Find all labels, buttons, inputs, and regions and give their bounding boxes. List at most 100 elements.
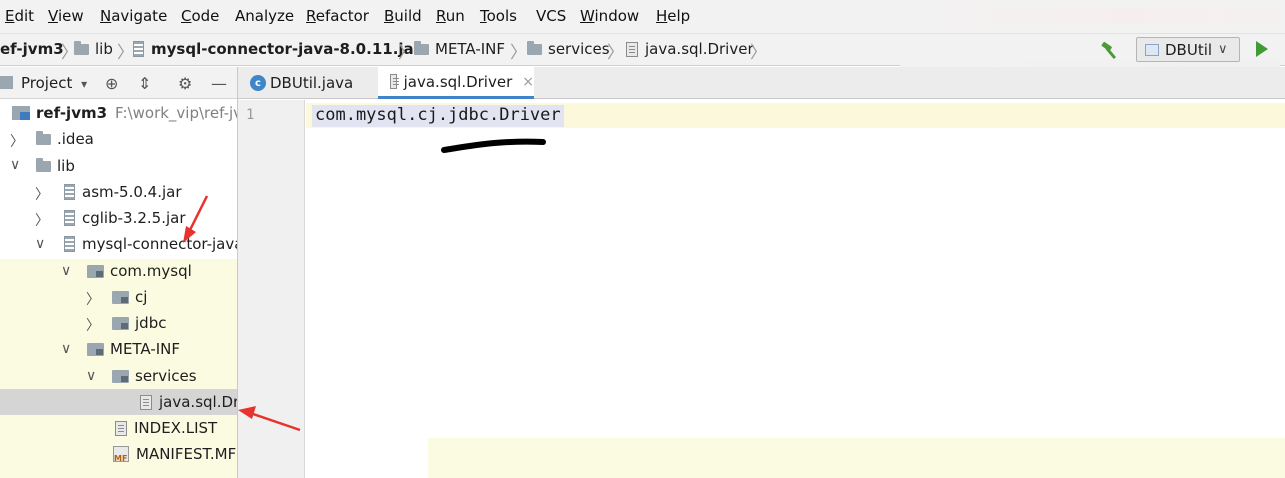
tree-item-root[interactable]: ref-jvm3 F:\work_vip\ref-jvm (12, 101, 237, 125)
editor-gutter (238, 100, 305, 478)
menu-run[interactable]: Run (436, 7, 465, 25)
chevron-right-icon[interactable]: 〉 (10, 131, 24, 151)
package-icon (87, 264, 104, 278)
minimize-icon[interactable]: — (211, 74, 227, 93)
run-configuration-select[interactable]: DBUtil ∨ (1136, 37, 1240, 62)
project-icon (0, 76, 13, 89)
tree-item-manifest[interactable]: MANIFEST.MF (113, 442, 236, 466)
menu-analyze[interactable]: Analyze (235, 7, 294, 25)
collapse-icon[interactable]: ⇕ (138, 74, 151, 93)
menu-mnemonic: R (306, 7, 316, 25)
chevron-down-icon[interactable]: ∨ (61, 341, 71, 357)
menu-label: VCS (536, 7, 567, 25)
menu-label: ode (191, 7, 220, 25)
tab-java-sql-driver[interactable]: java.sql.Driver × (378, 67, 534, 99)
menu-navigate[interactable]: Navigate (100, 7, 167, 25)
breadcrumb-services[interactable]: services (527, 38, 610, 60)
chevron-down-icon: ∨ (1218, 42, 1228, 57)
breadcrumb-label: lib (95, 40, 113, 58)
chevron-right-icon[interactable]: 〉 (86, 315, 100, 335)
menu-label: uild (394, 7, 422, 25)
tab-label: DBUtil.java (270, 74, 354, 92)
menu-view[interactable]: View (48, 7, 84, 25)
menu-mnemonic: N (100, 7, 112, 25)
chevron-down-icon[interactable]: ∨ (86, 368, 96, 384)
editor-text-area[interactable] (306, 100, 1285, 478)
tree-item-label: INDEX.LIST (134, 419, 218, 437)
manifest-icon (113, 446, 129, 463)
folder-icon (36, 157, 51, 172)
tree-item-cglib-jar[interactable]: cglib-3.2.5.jar (64, 206, 186, 230)
project-tree: ref-jvm3 F:\work_vip\ref-jvm 〉 .idea ∨ l… (0, 99, 237, 478)
chevron-right-icon[interactable]: 〉 (35, 184, 49, 204)
close-icon[interactable]: × (522, 74, 534, 90)
package-icon (414, 40, 429, 55)
breadcrumb-file[interactable]: java.sql.Driver (626, 38, 754, 60)
breadcrumb-label: ef-jvm3 (0, 40, 64, 58)
run-play-icon[interactable] (1256, 41, 1268, 57)
tab-dbutil-java[interactable]: c DBUtil.java (238, 67, 374, 99)
tree-item-lib[interactable]: lib (36, 154, 75, 178)
tree-item-java-sql-driver[interactable]: java.sql.Dri (140, 390, 237, 414)
build-hammer-icon[interactable] (1100, 40, 1122, 60)
breadcrumb-jar[interactable]: mysql-connector-java-8.0.11.jar (133, 38, 421, 60)
code-line[interactable]: com.mysql.cj.jdbc.Driver (312, 105, 564, 127)
menu-edit[interactable]: Edit (5, 7, 34, 25)
tree-item-label: jdbc (135, 314, 167, 332)
menu-refactor[interactable]: Refactor (306, 7, 369, 25)
menu-label: Analyze (235, 7, 295, 25)
tree-item-asm-jar[interactable]: asm-5.0.4.jar (64, 180, 182, 204)
menu-vcs[interactable]: VCS (536, 7, 566, 25)
tree-item-label: java.sql.Dri (159, 393, 237, 411)
tree-item-label: cj (135, 288, 148, 306)
folder-icon (36, 130, 51, 145)
menu-label: efactor (315, 7, 369, 25)
line-number: 1 (246, 107, 255, 123)
project-view-selector[interactable]: Project ▾ (0, 74, 87, 92)
title-region (900, 8, 1280, 24)
breadcrumb-separator: 〉 (607, 43, 624, 63)
tab-label: java.sql.Driver (403, 72, 513, 91)
text-file-icon (140, 394, 152, 410)
breadcrumb-project[interactable]: ef-jvm3 (0, 38, 64, 60)
tree-item-label: ref-jvm3 (36, 104, 108, 122)
dropdown-arrow-icon: ▾ (81, 77, 88, 91)
menu-tools[interactable]: Tools (480, 7, 517, 25)
menu-help[interactable]: Help (656, 7, 690, 25)
chevron-down-icon[interactable]: ∨ (10, 157, 20, 173)
chevron-right-icon[interactable]: 〉 (86, 289, 100, 309)
tree-item-label: mysql-connector-java (82, 235, 237, 253)
tree-item-label: services (135, 367, 197, 385)
tree-item-label: META-INF (110, 340, 181, 358)
tree-item-idea[interactable]: .idea (36, 127, 94, 151)
menu-mnemonic: V (48, 7, 58, 25)
tree-item-com-mysql[interactable]: com.mysql (87, 259, 192, 283)
tree-item-mysql-connector-jar[interactable]: mysql-connector-java (64, 232, 237, 256)
chevron-down-icon[interactable]: ∨ (35, 236, 45, 252)
target-icon[interactable]: ⊕ (105, 74, 118, 93)
project-panel-title: Project (21, 74, 73, 92)
tree-item-meta-inf[interactable]: META-INF (87, 337, 180, 361)
menu-label: un (445, 7, 465, 25)
menu-code[interactable]: Code (181, 7, 219, 25)
chevron-down-icon[interactable]: ∨ (61, 263, 71, 279)
menu-label: ools (486, 7, 517, 25)
folder-icon (74, 40, 89, 55)
menu-build[interactable]: Build (384, 7, 422, 25)
tree-item-services[interactable]: services (112, 364, 197, 388)
breadcrumb-label: mysql-connector-java-8.0.11.jar (151, 40, 422, 58)
breadcrumb-lib[interactable]: lib (74, 38, 113, 60)
project-panel-header: Project ▾ ⊕ ⇕ ⚙ — (0, 67, 237, 99)
tree-item-jdbc[interactable]: jdbc (112, 311, 166, 335)
tree-item-label: MANIFEST.MF (136, 445, 237, 463)
gear-icon[interactable]: ⚙ (178, 74, 192, 93)
menu-window[interactable]: Window (580, 7, 639, 25)
breadcrumb-meta-inf[interactable]: META-INF (414, 38, 505, 60)
tree-item-cj[interactable]: cj (112, 285, 147, 309)
chevron-right-icon[interactable]: 〉 (35, 210, 49, 230)
tree-item-index-list[interactable]: INDEX.LIST (115, 416, 217, 440)
jar-icon (64, 236, 75, 252)
package-icon (112, 369, 129, 383)
text-file-icon (390, 74, 399, 89)
menu-label: elp (667, 7, 691, 25)
